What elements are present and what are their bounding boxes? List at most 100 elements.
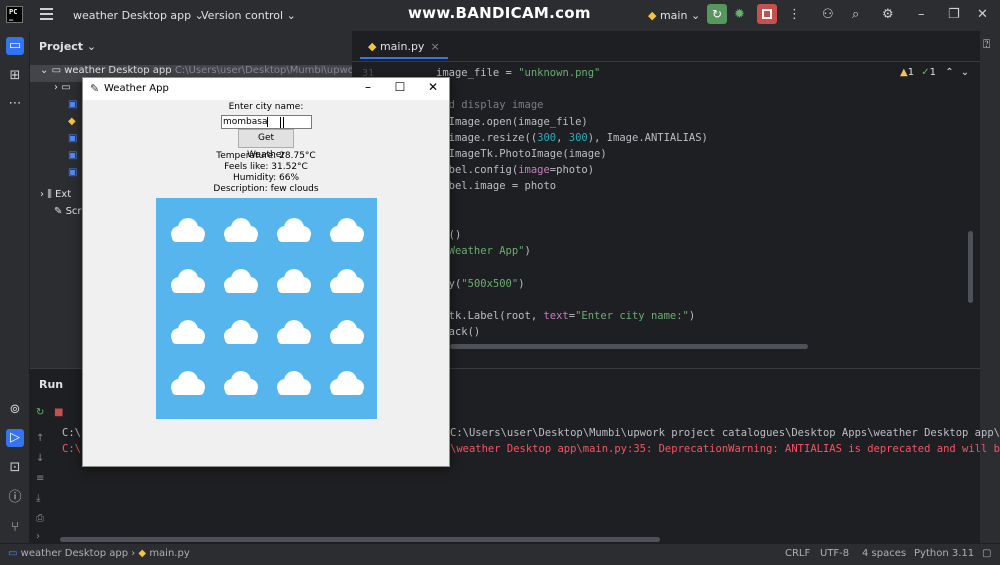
- feels-like-label: Feels like: 31.52°C: [224, 162, 308, 172]
- scratches-label: Scr: [65, 206, 82, 217]
- run-tool-icon[interactable]: ▷: [6, 429, 24, 447]
- line-separator[interactable]: CRLF: [785, 548, 810, 559]
- restore-icon[interactable]: ❐: [948, 7, 960, 22]
- run-panel-title[interactable]: Run: [39, 378, 63, 391]
- humidity-label: Humidity: 66%: [232, 173, 300, 183]
- code-line: image_file = "unknown.png": [436, 67, 600, 79]
- tree-file[interactable]: ▣: [30, 133, 77, 150]
- structure-icon[interactable]: ⊞: [6, 67, 24, 85]
- vcs-menu[interactable]: Version control ⌄: [201, 9, 296, 22]
- inspection-widget[interactable]: ▲1 ✓1 ⌃ ⌄: [900, 67, 969, 78]
- scroll-down-icon[interactable]: ↓: [36, 453, 44, 464]
- tree-file[interactable]: ▣: [30, 99, 77, 116]
- close-tab-icon[interactable]: ×: [430, 40, 439, 53]
- expand-arrow-icon: ›: [40, 189, 44, 200]
- search-icon[interactable]: ⌕: [852, 7, 859, 22]
- git-icon[interactable]: ⑂: [6, 519, 24, 537]
- bug-icon: ✹: [734, 7, 745, 22]
- tree-external-libraries[interactable]: › ⫼ Ext: [30, 189, 71, 206]
- close-icon[interactable]: ✕: [423, 80, 443, 94]
- code-line: ("Weather App"): [436, 245, 531, 257]
- title-bar: PC — weather Desktop app ⌄ Version contro…: [0, 0, 1000, 31]
- tree-file[interactable]: ▣: [30, 150, 77, 167]
- rerun-icon: ↻: [711, 7, 723, 21]
- scroll-up-icon[interactable]: ↑: [36, 433, 44, 444]
- tab-label: main.py: [379, 40, 425, 53]
- close-icon[interactable]: ✕: [977, 7, 988, 22]
- code-token: 300: [568, 131, 588, 144]
- project-panel-header[interactable]: Project ⌄: [39, 40, 96, 53]
- run-config-selector[interactable]: ◆ main ⌄: [648, 9, 700, 22]
- weather-app-window: ✎ Weather App – ☐ ✕ Enter city name: mom…: [82, 77, 450, 467]
- get-weather-button[interactable]: Get Weather: [238, 129, 294, 160]
- feather-icon: ✎: [90, 82, 100, 95]
- python-icon: ◆: [648, 9, 657, 22]
- code-token: ): [524, 245, 531, 258]
- breadcrumb-file[interactable]: main.py: [149, 548, 189, 559]
- rerun-icon[interactable]: ↻: [36, 407, 44, 418]
- code-token: ), Image.ANTIALIAS): [587, 131, 708, 144]
- tab-main-py[interactable]: ◆ main.py ×: [360, 37, 448, 59]
- notifications-icon[interactable]: ⍰: [983, 37, 990, 52]
- minimize-icon[interactable]: –: [358, 80, 378, 94]
- indent-setting[interactable]: 4 spaces: [862, 548, 906, 559]
- city-input[interactable]: mombasa: [221, 115, 312, 129]
- more-options-icon[interactable]: ⋮: [788, 7, 801, 22]
- code-token: and display image: [436, 99, 544, 112]
- code-token: = image.resize((: [436, 131, 538, 144]
- weather-app-title: Weather App: [104, 83, 169, 94]
- minimize-icon[interactable]: –: [918, 7, 925, 22]
- tree-file[interactable]: ▣: [30, 167, 77, 184]
- vcs-menu-label: Version control: [201, 9, 284, 22]
- code-token: ): [688, 310, 696, 322]
- editor-vertical-scrollbar[interactable]: [968, 231, 973, 303]
- settings-gear-icon[interactable]: ⚙: [882, 7, 894, 22]
- project-switcher[interactable]: weather Desktop app ⌄: [73, 9, 204, 22]
- file-encoding[interactable]: UTF-8: [820, 548, 849, 559]
- tree-folder[interactable]: › ▭: [30, 82, 71, 99]
- python-packages-icon[interactable]: ⊚: [6, 401, 24, 419]
- module-icon: ▭: [8, 548, 18, 559]
- chevron-down-icon[interactable]: ⌄: [961, 67, 969, 78]
- rerun-button[interactable]: ↻: [707, 4, 727, 24]
- chevron-up-icon[interactable]: ⌃: [945, 67, 953, 78]
- folder-icon: ▭: [61, 82, 71, 93]
- cloud-shape: [331, 335, 363, 344]
- tab-divider: [352, 61, 980, 62]
- maximize-icon[interactable]: ☐: [390, 80, 410, 94]
- editor-horizontal-scrollbar[interactable]: [450, 344, 808, 349]
- temperature-label: Temperature: 28.75°C: [216, 151, 316, 161]
- pycharm-logo-icon[interactable]: PC —: [6, 6, 23, 24]
- code-line: = tk.Label(root, text="Enter city name:"…: [436, 310, 695, 322]
- stop-icon[interactable]: ■: [54, 407, 63, 418]
- lock-icon[interactable]: ▢: [982, 548, 991, 559]
- right-tool-strip: ⍰: [980, 31, 1000, 543]
- more-icon[interactable]: ›: [36, 531, 40, 542]
- print-icon[interactable]: ⎙: [36, 513, 44, 524]
- project-folder-icon[interactable]: ▭: [6, 37, 24, 55]
- python-interpreter[interactable]: Python 3.11: [914, 548, 974, 559]
- terminal-icon[interactable]: ⊡: [6, 459, 24, 477]
- problems-icon[interactable]: ⓘ: [6, 489, 24, 507]
- cloud-shape: [331, 233, 363, 242]
- main-menu-icon[interactable]: [40, 8, 53, 20]
- breadcrumb-project[interactable]: weather Desktop app: [21, 548, 128, 559]
- library-icon: ⫼: [47, 189, 52, 200]
- weather-app-titlebar[interactable]: ✎ Weather App – ☐ ✕: [83, 78, 449, 100]
- weather-image: [156, 198, 377, 419]
- more-tools-icon[interactable]: ⋯: [6, 95, 24, 113]
- tree-file[interactable]: ◆: [30, 116, 76, 133]
- cloud-shape: [278, 284, 310, 293]
- stop-button[interactable]: [757, 4, 777, 24]
- debug-button[interactable]: ✹: [734, 7, 745, 22]
- cloud-shape: [225, 284, 257, 293]
- scroll-to-end-icon[interactable]: ⤓: [36, 493, 40, 504]
- warning-icon: ▲: [900, 67, 908, 78]
- code-token: text: [543, 310, 569, 322]
- soft-wrap-icon[interactable]: ≡: [36, 473, 44, 484]
- code-line: = image.resize((300, 300), Image.ANTIALI…: [436, 132, 708, 144]
- console-horizontal-scrollbar[interactable]: [60, 537, 660, 542]
- code-token: label.image = photo: [436, 180, 557, 193]
- add-user-icon[interactable]: ⚇: [822, 7, 834, 22]
- tree-scratches[interactable]: ✎ Scr: [30, 206, 82, 223]
